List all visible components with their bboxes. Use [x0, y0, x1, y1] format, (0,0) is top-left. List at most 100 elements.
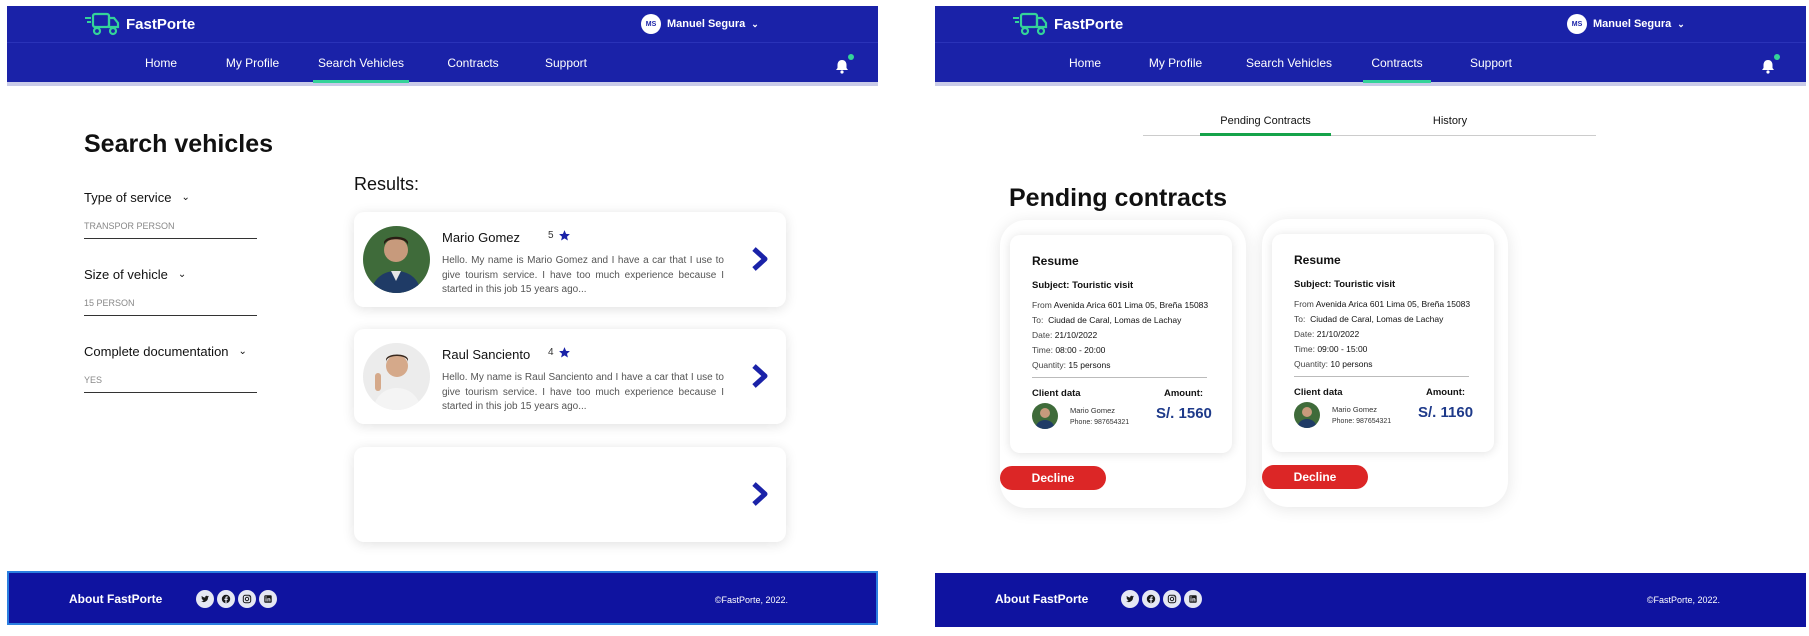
- user-name: Manuel Segura: [667, 18, 746, 30]
- phone-value: 987654321: [1094, 419, 1130, 426]
- result-card-empty[interactable]: [354, 447, 786, 542]
- nav-support[interactable]: Support: [1460, 44, 1522, 82]
- filter-type-of-service[interactable]: Type of service ⌄ TRANSPOR PERSON: [84, 190, 257, 239]
- quantity-label: Quantity:: [1294, 359, 1329, 369]
- phone-value: 987654321: [1356, 418, 1392, 425]
- footer: About FastPorte ©FastPorte, 2022.: [7, 571, 878, 625]
- contract-quantity: Quantity: 10 persons: [1294, 359, 1372, 369]
- about-link[interactable]: About FastPorte: [995, 592, 1088, 606]
- page-title: Search vehicles: [84, 130, 274, 158]
- filter-size-of-vehicle[interactable]: Size of vehicle ⌄ 15 PERSON: [84, 267, 257, 316]
- user-menu[interactable]: MS Manuel Segura ⌄: [1567, 14, 1685, 34]
- chevron-right-icon[interactable]: [750, 246, 770, 272]
- date-value: 21/10/2022: [1316, 329, 1360, 339]
- driver-photo: [363, 226, 430, 293]
- rating-value: 4: [548, 347, 554, 358]
- contract-card: Resume Subject: Touristic visit From Ave…: [1262, 219, 1508, 507]
- driver-description: Hello. My name is Raul Sanciento and I h…: [442, 372, 724, 412]
- client-phone: Phone: 987654321: [1070, 419, 1129, 426]
- chevron-right-icon[interactable]: [750, 481, 770, 507]
- driver-photo: [363, 343, 430, 410]
- amount-label: Amount:: [1426, 387, 1466, 398]
- to-label: To:: [1294, 314, 1306, 324]
- to-label: To:: [1032, 315, 1044, 325]
- decline-button[interactable]: Decline: [1000, 466, 1106, 490]
- instagram-icon[interactable]: [238, 590, 256, 608]
- client-photo: [1294, 402, 1320, 428]
- result-card[interactable]: Mario Gomez 5 Hello. My name is Mario Go…: [354, 212, 786, 307]
- nav-search-vehicles[interactable]: Search Vehicles: [313, 44, 409, 83]
- about-link[interactable]: About FastPorte: [69, 592, 162, 606]
- star-icon: [558, 230, 570, 241]
- chevron-down-icon: ⌄: [181, 192, 190, 203]
- contract-time: Time: 09:00 - 15:00: [1294, 344, 1367, 354]
- driver-name: Mario Gomez: [442, 230, 521, 245]
- nav-home[interactable]: Home: [1055, 44, 1115, 82]
- nav-my-profile[interactable]: My Profile: [215, 44, 290, 82]
- divider: [1032, 377, 1207, 378]
- time-label: Time:: [1294, 344, 1315, 354]
- social-links: [1121, 590, 1202, 608]
- contracts-screen: FastPorte MS Manuel Segura ⌄ Home My Pro…: [935, 6, 1806, 630]
- user-menu[interactable]: MS Manuel Segura ⌄: [641, 14, 759, 34]
- rating: 5: [548, 229, 571, 242]
- nav-contracts[interactable]: Contracts: [439, 44, 507, 82]
- filter-value: TRANSPOR PERSON: [84, 221, 257, 239]
- contract-subject: Subject: Touristic visit: [1294, 279, 1396, 290]
- brand-logo[interactable]: FastPorte: [1012, 11, 1123, 37]
- tab-history[interactable]: History: [1410, 110, 1490, 136]
- filter-value: YES: [84, 375, 257, 393]
- twitter-icon[interactable]: [196, 590, 214, 608]
- contract-resume: Resume Subject: Touristic visit From Ave…: [1010, 235, 1232, 453]
- nav-search-vehicles[interactable]: Search Vehicles: [1241, 44, 1337, 82]
- rating-value: 5: [548, 230, 554, 241]
- linkedin-icon[interactable]: [259, 590, 277, 608]
- filter-complete-documentation[interactable]: Complete documentation ⌄ YES: [84, 344, 257, 393]
- user-name: Manuel Segura: [1593, 18, 1672, 30]
- truck-icon: [85, 12, 120, 36]
- page-title: Pending contracts: [1009, 184, 1228, 212]
- contract-from: From Avenida Arica 601 Lima 05, Breña 15…: [1032, 300, 1208, 310]
- resume-title: Resume: [1294, 253, 1341, 267]
- result-card[interactable]: Raul Sanciento 4 Hello. My name is Raul …: [354, 329, 786, 424]
- brand-name: FastPorte: [126, 15, 196, 33]
- client-name: Mario Gomez: [1070, 406, 1116, 415]
- tab-pending-contracts[interactable]: Pending Contracts: [1200, 110, 1331, 136]
- brand-logo[interactable]: FastPorte: [84, 11, 195, 37]
- nav-support[interactable]: Support: [535, 44, 597, 82]
- bell-icon[interactable]: [1760, 58, 1776, 74]
- facebook-icon[interactable]: [1142, 590, 1160, 608]
- nav-contracts[interactable]: Contracts: [1363, 44, 1431, 83]
- nav-home[interactable]: Home: [131, 44, 191, 82]
- quantity-value: 10 persons: [1330, 359, 1373, 369]
- header: FastPorte MS Manuel Segura ⌄ Home My Pro…: [935, 6, 1806, 86]
- driver-description: Hello. My name is Mario Gomez and I have…: [442, 255, 724, 295]
- contract-to: To: Ciudad de Caral, Lomas de Lachay: [1294, 314, 1443, 324]
- facebook-icon[interactable]: [217, 590, 235, 608]
- contract-from: From Avenida Arica 601 Lima 05, Breña 15…: [1294, 299, 1470, 309]
- client-data-label: Client data: [1294, 387, 1343, 398]
- copyright: ©FastPorte, 2022.: [714, 595, 788, 605]
- chevron-down-icon: ⌄: [1677, 18, 1685, 29]
- decline-button[interactable]: Decline: [1262, 465, 1368, 489]
- contract-tabs: Pending Contracts History: [1143, 110, 1596, 136]
- avatar: MS: [641, 14, 661, 34]
- chevron-right-icon[interactable]: [750, 363, 770, 389]
- instagram-icon[interactable]: [1163, 590, 1181, 608]
- main-nav: Home My Profile Search Vehicles Contract…: [935, 44, 1806, 83]
- time-label: Time:: [1032, 345, 1053, 355]
- driver-name: Raul Sanciento: [442, 347, 531, 362]
- from-label: From: [1294, 299, 1314, 309]
- resume-title: Resume: [1032, 254, 1079, 268]
- bell-icon[interactable]: [834, 58, 850, 74]
- header: FastPorte MS Manuel Segura ⌄ Home My Pro…: [7, 6, 878, 86]
- linkedin-icon[interactable]: [1184, 590, 1202, 608]
- nav-my-profile[interactable]: My Profile: [1138, 44, 1213, 82]
- phone-label: Phone:: [1332, 418, 1355, 425]
- date-value: 21/10/2022: [1054, 330, 1098, 340]
- from-label: From: [1032, 300, 1052, 310]
- phone-label: Phone:: [1070, 419, 1093, 426]
- header-top-bar: FastPorte MS Manuel Segura ⌄: [935, 6, 1806, 43]
- quantity-label: Quantity:: [1032, 360, 1067, 370]
- twitter-icon[interactable]: [1121, 590, 1139, 608]
